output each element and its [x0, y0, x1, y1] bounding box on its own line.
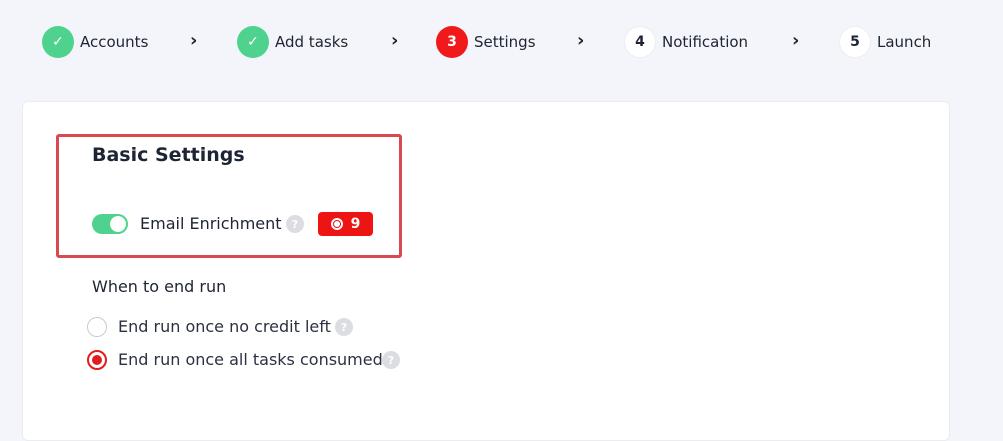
help-icon[interactable]: ?	[286, 215, 304, 233]
radio-all-tasks-consumed[interactable]	[87, 350, 107, 370]
step-launch[interactable]: 5 Launch	[839, 26, 931, 58]
help-icon[interactable]: ?	[335, 318, 353, 336]
check-icon: ✓	[237, 26, 269, 58]
step-number: 5	[839, 26, 871, 58]
section-title: Basic Settings	[92, 144, 245, 166]
toggle-knob	[110, 216, 126, 232]
step-label: Launch	[877, 33, 932, 51]
email-enrichment-toggle[interactable]	[92, 214, 128, 234]
step-label: Notification	[662, 33, 749, 51]
step-add-tasks[interactable]: ✓ Add tasks	[237, 26, 348, 58]
radio-label[interactable]: End run once all tasks consumed	[118, 350, 383, 369]
end-run-heading: When to end run	[92, 277, 227, 296]
step-notification[interactable]: 4 Notification	[624, 26, 748, 58]
wizard-stepper: ✓ Accounts › ✓ Add tasks › 3 Settings › …	[0, 0, 1003, 84]
step-label: Settings	[474, 33, 536, 51]
chevron-right-icon: ›	[391, 30, 399, 51]
radio-label[interactable]: End run once no credit left	[118, 317, 331, 336]
step-number: 3	[436, 26, 468, 58]
credit-cost-badge: 9	[318, 212, 373, 236]
chevron-right-icon: ›	[190, 30, 198, 51]
step-number: 4	[624, 26, 656, 58]
check-icon: ✓	[42, 26, 74, 58]
radio-no-credit-left[interactable]	[87, 317, 107, 337]
chevron-right-icon: ›	[577, 30, 585, 51]
chevron-right-icon: ›	[792, 30, 800, 51]
step-label: Accounts	[80, 33, 149, 51]
step-accounts[interactable]: ✓ Accounts	[42, 26, 148, 58]
step-settings[interactable]: 3 Settings	[436, 26, 536, 58]
help-icon[interactable]: ?	[382, 351, 400, 369]
email-enrichment-label: Email Enrichment	[140, 214, 282, 233]
step-label: Add tasks	[275, 33, 349, 51]
credit-cost-value: 9	[350, 216, 361, 232]
coin-icon	[330, 218, 343, 230]
